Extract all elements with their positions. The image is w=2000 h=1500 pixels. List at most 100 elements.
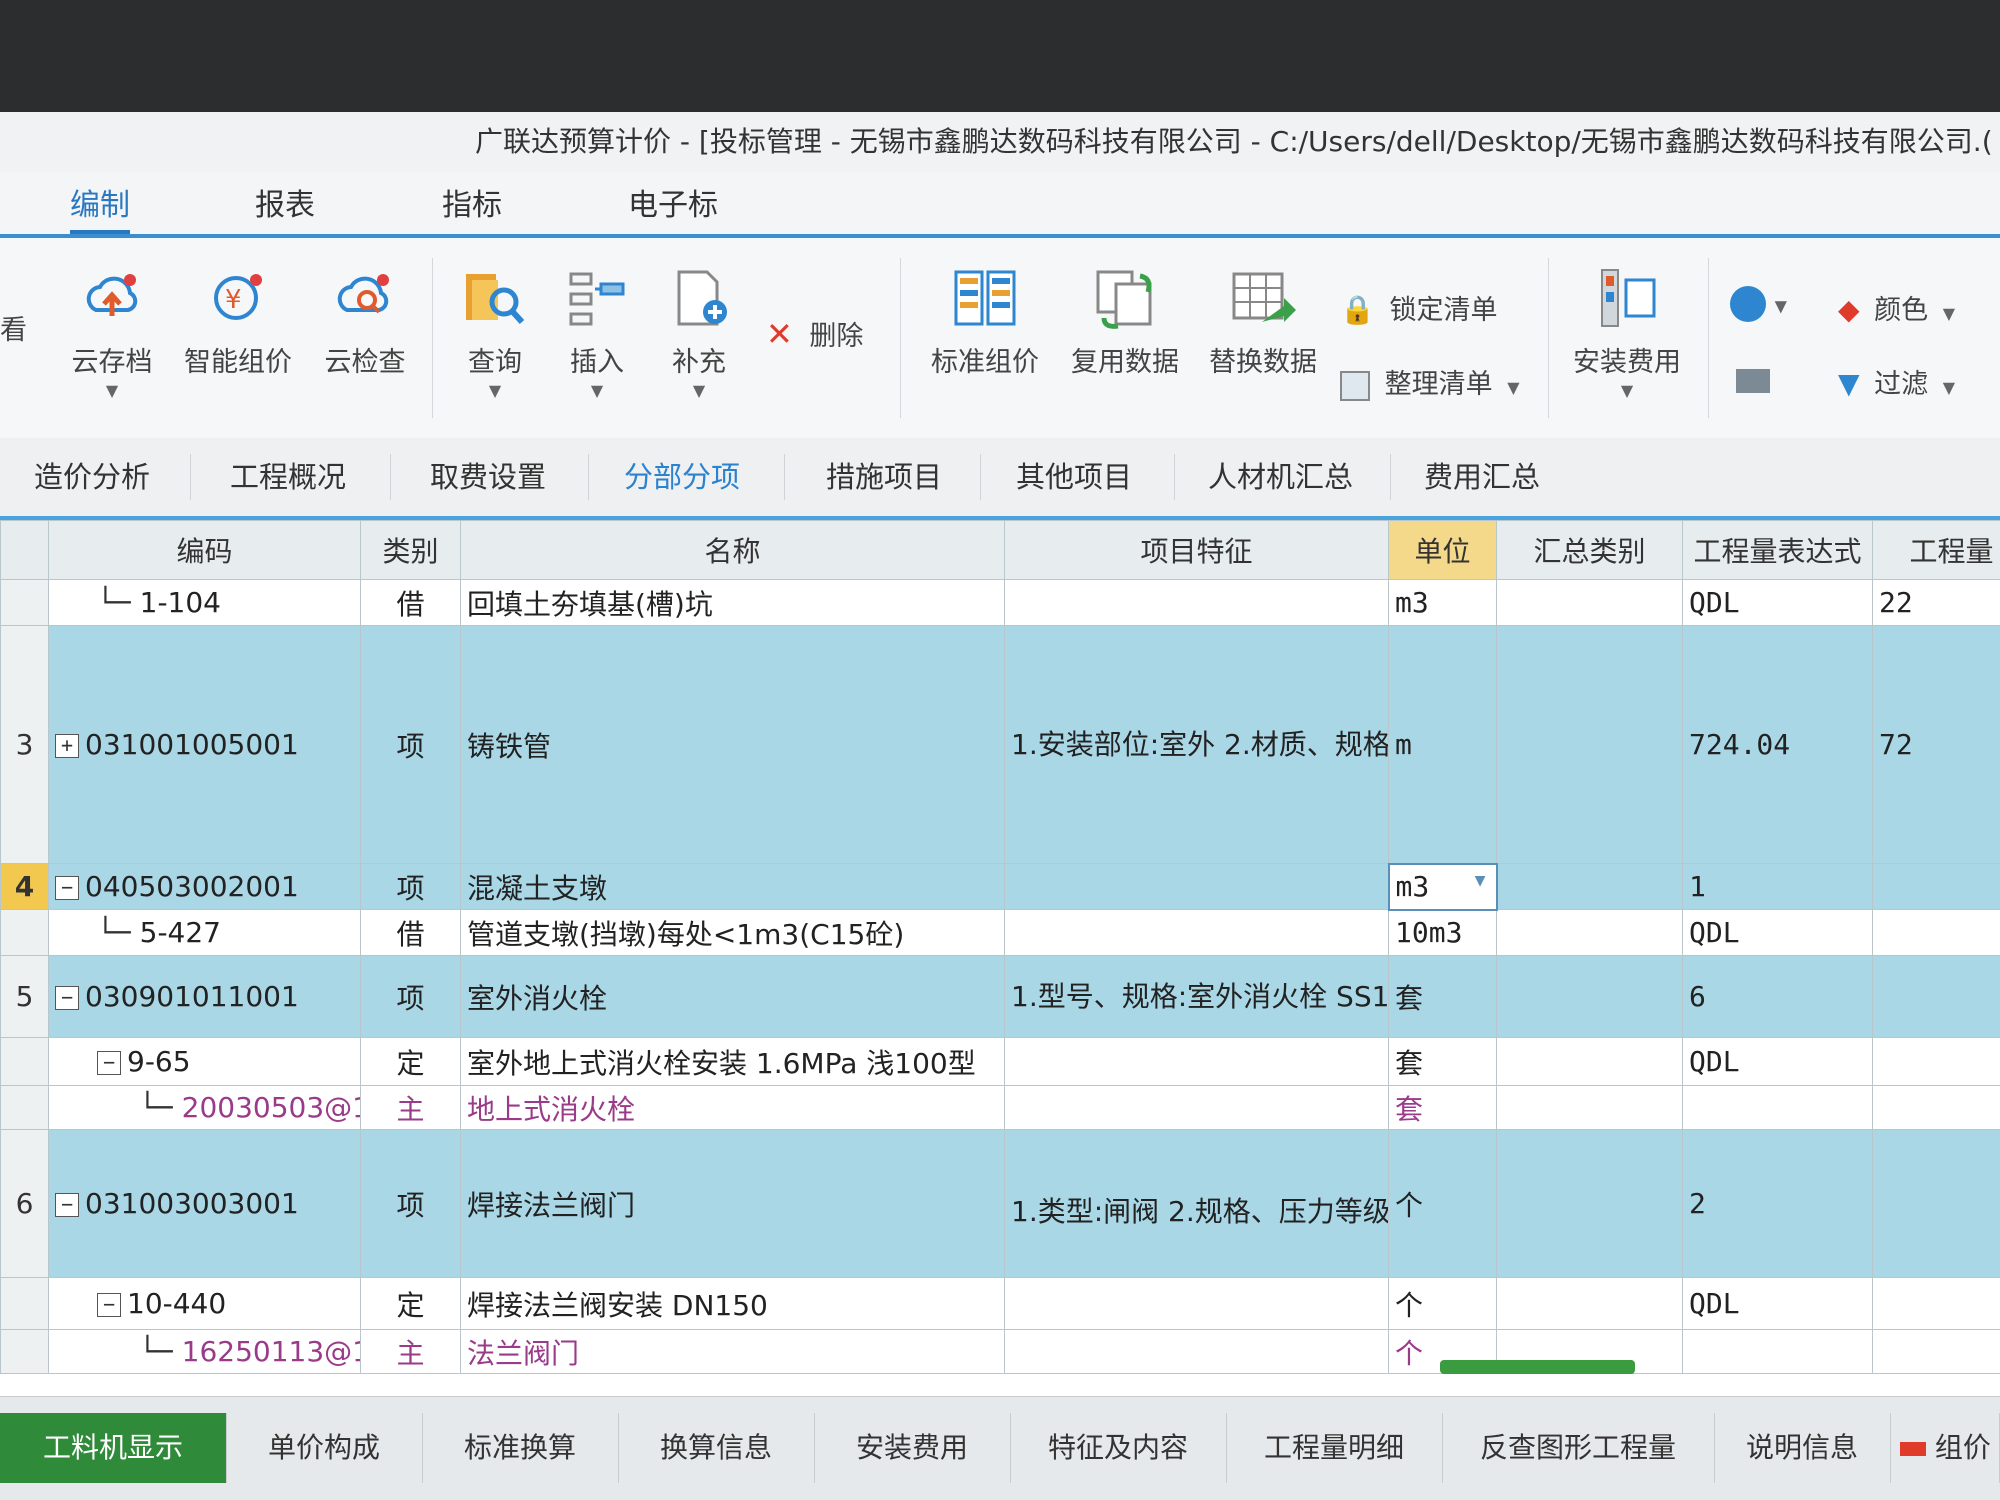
- type-cell[interactable]: 借: [360, 909, 461, 956]
- header-name[interactable]: 名称: [460, 520, 1005, 580]
- feature-cell[interactable]: [1004, 1277, 1389, 1330]
- type-cell[interactable]: 主: [360, 1329, 461, 1374]
- unit-cell[interactable]: 10m3: [1388, 909, 1497, 956]
- summary-category-cell[interactable]: [1496, 1037, 1683, 1086]
- code-cell[interactable]: └─ 1-104: [48, 579, 361, 626]
- chevron-down-icon[interactable]: ▼: [1475, 870, 1486, 891]
- delete-button[interactable]: ✕ 删除: [766, 314, 863, 353]
- summary-category-cell[interactable]: [1496, 579, 1683, 626]
- quantity-cell[interactable]: [1872, 1277, 2000, 1330]
- truck-button[interactable]: [1736, 364, 1770, 395]
- quantity-cell[interactable]: [1872, 909, 2000, 956]
- smart-pricing-button[interactable]: ¥ 智能组价: [178, 266, 298, 379]
- feature-cell[interactable]: 1.型号、规格:室外消火栓 SS100/65-1.6: [1004, 955, 1389, 1038]
- unit-cell[interactable]: 个: [1388, 1277, 1497, 1330]
- feature-cell[interactable]: [1004, 1085, 1389, 1130]
- quantity-cell[interactable]: [1872, 1085, 2000, 1130]
- color-button[interactable]: ◆ 颜色 ▼: [1838, 288, 1955, 327]
- unit-cell[interactable]: m3: [1388, 579, 1497, 626]
- table-row[interactable]: └─ 20030503@1 主 地上式消火栓 套: [0, 1085, 2000, 1130]
- cloud-check-button[interactable]: 云检查: [315, 266, 415, 379]
- table-row[interactable]: −9-65 定 室外地上式消火栓安装 1.6MPa 浅100型 套 QDL: [0, 1037, 2000, 1086]
- feature-cell[interactable]: [1004, 1037, 1389, 1086]
- collapse-minus-icon[interactable]: −: [55, 876, 79, 900]
- tab-reverse-graphic-quantity[interactable]: 反查图形工程量: [1442, 1413, 1715, 1483]
- supplement-button[interactable]: 补充 ▼: [654, 266, 744, 400]
- query-button[interactable]: 查询 ▼: [450, 266, 540, 400]
- reuse-data-button[interactable]: 复用数据: [1060, 266, 1190, 379]
- type-cell[interactable]: 主: [360, 1085, 461, 1130]
- name-cell[interactable]: 回填土夯填基(槽)坑: [460, 579, 1005, 626]
- install-cost-button[interactable]: 安装费用 ▼: [1562, 266, 1692, 400]
- quantity-expression-cell[interactable]: QDL: [1682, 909, 1873, 956]
- unit-cell[interactable]: 个: [1388, 1129, 1497, 1278]
- summary-category-cell[interactable]: [1496, 909, 1683, 956]
- type-cell[interactable]: 项: [360, 955, 461, 1038]
- collapse-minus-icon[interactable]: −: [55, 986, 79, 1010]
- code-cell[interactable]: −10-440: [48, 1277, 361, 1330]
- tab-description-info[interactable]: 说明信息: [1714, 1413, 1891, 1483]
- subtab-other-items[interactable]: 其他项目: [1006, 452, 1142, 502]
- type-cell[interactable]: 项: [360, 863, 461, 910]
- tab-install-cost[interactable]: 安装费用: [814, 1413, 1011, 1483]
- name-cell[interactable]: 焊接法兰阀安装 DN150: [460, 1277, 1005, 1330]
- type-cell[interactable]: 项: [360, 1129, 461, 1278]
- quantity-cell[interactable]: [1872, 863, 2000, 910]
- lock-list-button[interactable]: 🔒 锁定清单: [1340, 288, 1497, 327]
- quantity-expression-cell[interactable]: [1682, 1329, 1873, 1374]
- unit-cell[interactable]: m: [1388, 625, 1497, 864]
- name-cell[interactable]: 室外消火栓: [460, 955, 1005, 1038]
- table-row[interactable]: 6 −031003003001 项 焊接法兰阀门 1.类型:闸阀 2.规格、压力…: [0, 1129, 2000, 1278]
- unit-cell[interactable]: 套: [1388, 1085, 1497, 1130]
- tab-zhibiao[interactable]: 指标: [442, 182, 502, 230]
- header-quantity[interactable]: 工程量: [1872, 520, 2000, 580]
- summary-category-cell[interactable]: [1496, 1277, 1683, 1330]
- collapse-minus-icon[interactable]: −: [97, 1051, 121, 1075]
- standard-pricing-button[interactable]: 标准组价: [920, 266, 1050, 379]
- quantity-cell[interactable]: [1872, 955, 2000, 1038]
- table-row[interactable]: └─ 1-104 借 回填土夯填基(槽)坑 m3 QDL 22: [0, 579, 2000, 626]
- header-quantity-expression[interactable]: 工程量表达式: [1682, 520, 1873, 580]
- type-cell[interactable]: 定: [360, 1277, 461, 1330]
- feature-cell[interactable]: [1004, 579, 1389, 626]
- code-cell[interactable]: └─ 5-427: [48, 909, 361, 956]
- code-cell[interactable]: └─ 20030503@1: [48, 1085, 361, 1130]
- name-cell[interactable]: 管道支墩(挡墩)每处<1m3(C15砼): [460, 909, 1005, 956]
- view-partial-label[interactable]: 看: [0, 308, 27, 347]
- filter-button[interactable]: ▼ 过滤 ▼: [1838, 362, 1955, 401]
- type-cell[interactable]: 项: [360, 625, 461, 864]
- tab-labor-material-display[interactable]: 工料机显示: [0, 1413, 227, 1483]
- unit-cell[interactable]: 套: [1388, 1037, 1497, 1086]
- feature-cell[interactable]: [1004, 909, 1389, 956]
- name-cell[interactable]: 铸铁管: [460, 625, 1005, 864]
- code-cell[interactable]: └─ 16250113@1: [48, 1329, 361, 1374]
- header-summary-category[interactable]: 汇总类别: [1496, 520, 1683, 580]
- unit-cell[interactable]: 套: [1388, 955, 1497, 1038]
- unit-dropdown[interactable]: m3 ▼: [1387, 862, 1498, 911]
- quantity-cell[interactable]: [1872, 1037, 2000, 1086]
- name-cell[interactable]: 焊接法兰阀门: [460, 1129, 1005, 1278]
- collapse-minus-icon[interactable]: −: [55, 1193, 79, 1217]
- header-feature[interactable]: 项目特征: [1004, 520, 1389, 580]
- table-row[interactable]: └─ 16250113@1 主 法兰阀门 个: [0, 1329, 2000, 1374]
- table-row-selected[interactable]: 4 −040503002001 项 混凝土支墩 m3 ▼ 1: [0, 862, 2000, 911]
- quantity-expression-cell[interactable]: [1682, 1085, 1873, 1130]
- cloud-save-button[interactable]: 云存档 ▼: [62, 266, 162, 400]
- subtab-project-overview[interactable]: 工程概况: [220, 452, 356, 502]
- feature-cell[interactable]: 1.类型:闸阀 2.规格、压力等级:DN150 3.连接形式:法兰连接: [1004, 1129, 1389, 1278]
- subtab-measures[interactable]: 措施项目: [816, 452, 952, 502]
- tab-standard-conversion[interactable]: 标准换算: [422, 1413, 619, 1483]
- header-code[interactable]: 编码: [48, 520, 361, 580]
- quantity-expression-cell[interactable]: QDL: [1682, 1037, 1873, 1086]
- subtab-sub-items[interactable]: 分部分项: [614, 452, 750, 502]
- type-cell[interactable]: 定: [360, 1037, 461, 1086]
- summary-category-cell[interactable]: [1496, 1129, 1683, 1278]
- summary-category-cell[interactable]: [1496, 1085, 1683, 1130]
- code-cell[interactable]: −9-65: [48, 1037, 361, 1086]
- tab-dianzibiao[interactable]: 电子标: [628, 182, 718, 230]
- name-cell[interactable]: 混凝土支墩: [460, 863, 1005, 910]
- quantity-expression-cell[interactable]: 2: [1682, 1129, 1873, 1278]
- name-cell[interactable]: 法兰阀门: [460, 1329, 1005, 1374]
- summary-category-cell[interactable]: [1496, 863, 1683, 910]
- tab-quantity-details[interactable]: 工程量明细: [1226, 1413, 1443, 1483]
